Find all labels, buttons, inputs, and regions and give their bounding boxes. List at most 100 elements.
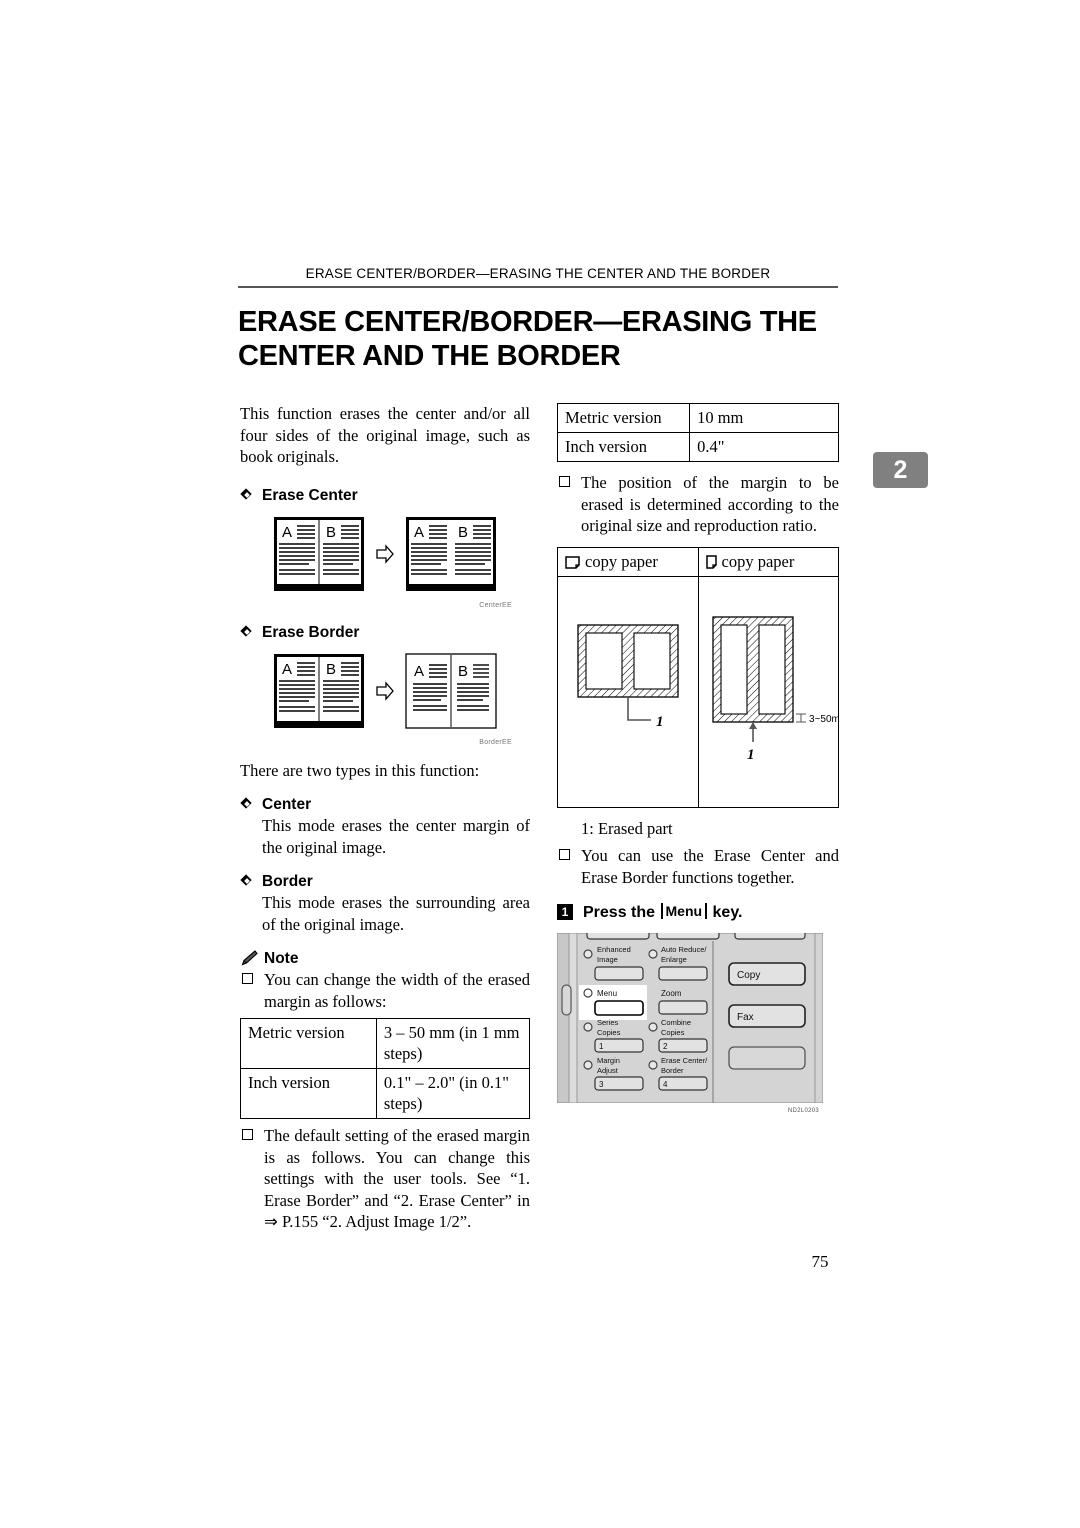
chapter-tab: 2 <box>873 452 928 488</box>
diamond-bullet-icon <box>242 490 253 501</box>
button-number: 3 <box>599 1080 604 1089</box>
paper-landscape-icon <box>565 555 580 569</box>
svg-text:A: A <box>414 663 424 680</box>
erase-border-heading: Erase Border <box>240 623 530 643</box>
center-mode-heading: Center <box>240 795 530 815</box>
border-mode-heading: Border <box>240 872 530 892</box>
running-head: ERASE CENTER/BORDER—ERASING THE CENTER A… <box>305 266 771 281</box>
svg-text:B: B <box>326 524 336 541</box>
square-bullet-icon <box>559 476 570 487</box>
copy-paper-header-portrait: copy paper <box>697 546 839 577</box>
note-item-text: The position of the margin to be erased … <box>581 473 839 535</box>
button-number: 2 <box>663 1042 668 1051</box>
button-label: Erase Center/ <box>661 1056 708 1065</box>
table-cell-label: Metric version <box>240 1018 377 1069</box>
svg-text:A: A <box>282 524 292 541</box>
copy-paper-header-label: copy paper <box>721 551 795 571</box>
book-border-result-icon: A B <box>405 652 497 729</box>
book-original-icon: A B <box>274 653 364 728</box>
table-row: Metric version 10 mm <box>556 403 839 433</box>
table-cell-label: Metric version <box>556 403 691 433</box>
menu-key-label: Menu <box>660 903 708 919</box>
square-bullet-icon <box>242 973 253 984</box>
document-page: ERASE CENTER/BORDER—ERASING THE CENTER A… <box>0 0 1080 1528</box>
erase-center-figure: A B A B <box>240 516 530 592</box>
copy-paper-diagram-table: copy paper copy paper 1 1 3~50m <box>557 546 848 808</box>
square-bullet-icon <box>242 1129 253 1140</box>
table-cell-label: Inch version <box>556 432 691 462</box>
dimension-label: 3~50mm <box>809 714 838 725</box>
border-mode-heading-label: Border <box>262 873 313 890</box>
erased-part-legend: 1: Erased part <box>581 818 673 838</box>
step-text-before: Press the <box>583 904 656 921</box>
table-cell-value: 0.1" – 2.0" (in 0.1" steps) <box>375 1068 531 1119</box>
erase-diagram-portrait: 1 3~50mm <box>711 615 848 763</box>
intro-paragraph: This function erases the center and/or a… <box>240 404 530 466</box>
table-row: Inch version 0.4" <box>556 432 839 462</box>
button-label: Auto Reduce/ <box>661 945 707 954</box>
erase-diagram-landscape: 1 <box>577 623 679 730</box>
button-label: Combine <box>661 1018 691 1027</box>
side-button-label: Fax <box>737 1012 754 1023</box>
svg-text:A: A <box>282 661 292 678</box>
note-item: You can use the Erase Center and Erase B… <box>557 845 839 888</box>
button-number: 1 <box>599 1042 604 1051</box>
diagram-cell-portrait: 1 3~50mm <box>697 575 848 808</box>
table-row: Metric version 3 – 50 mm (in 1 mm steps) <box>240 1018 531 1069</box>
width-range-table: Metric version 3 – 50 mm (in 1 mm steps)… <box>240 1018 531 1119</box>
note-item-text: You can change the width of the erased m… <box>264 970 530 1011</box>
diamond-bullet-icon <box>242 627 253 638</box>
button-label: Enlarge <box>661 955 687 964</box>
svg-text:B: B <box>458 663 468 680</box>
left-column: This function erases the center and/or a… <box>240 403 531 1233</box>
table-row: Inch version 0.1" – 2.0" (in 0.1" steps) <box>240 1068 531 1119</box>
copy-paper-header-landscape: copy paper <box>557 546 699 577</box>
button-label: Image <box>597 955 618 964</box>
button-label: Copies <box>661 1028 685 1037</box>
border-mode-text: This mode erases the surrounding area of… <box>262 893 530 934</box>
button-label: Zoom <box>661 989 682 998</box>
book-result-icon: A B <box>406 516 496 591</box>
table-row: 1 1 3~50m <box>557 575 848 808</box>
svg-text:B: B <box>326 661 336 678</box>
step-number: 1 <box>557 904 573 920</box>
arrow-right-icon <box>376 680 394 701</box>
button-label: Series <box>597 1018 619 1027</box>
table-cell-label: Inch version <box>240 1068 377 1119</box>
copy-paper-header-label: copy paper <box>585 551 658 571</box>
svg-text:B: B <box>458 524 468 541</box>
note-item-text: You can use the Erase Center and Erase B… <box>581 846 839 887</box>
button-label: Menu <box>597 989 617 998</box>
square-bullet-icon <box>559 849 570 860</box>
note-heading-label: Note <box>264 950 299 967</box>
step-1: 1 Press the Menu key. <box>557 902 839 923</box>
side-button-label: Copy <box>737 970 760 981</box>
table-cell-value: 10 mm <box>689 403 839 433</box>
figure-code: ND2L0203 <box>787 1108 819 1114</box>
svg-text:A: A <box>414 524 424 541</box>
erase-border-heading-label: Erase Border <box>262 623 360 641</box>
default-margin-table: Metric version 10 mm Inch version 0.4" <box>556 403 839 462</box>
table-cell-value: 0.4" <box>689 432 839 462</box>
book-original-icon: A B <box>274 516 364 591</box>
pencil-icon <box>241 950 258 966</box>
button-label: Margin <box>597 1056 620 1065</box>
diamond-bullet-icon <box>242 799 253 810</box>
erase-center-heading-label: Erase Center <box>262 486 358 504</box>
note-item: You can change the width of the erased m… <box>240 969 530 1012</box>
arrow-right-icon <box>376 543 394 564</box>
button-label: Copies <box>597 1028 621 1037</box>
button-label: Enhanced <box>597 945 631 954</box>
table-row: copy paper copy paper <box>557 546 839 577</box>
table-cell-value: 3 – 50 mm (in 1 mm steps) <box>375 1018 531 1069</box>
erase-center-heading: Erase Center <box>240 486 530 506</box>
control-panel-illustration: Enhanced Image Auto Reduce/ Enlarge Menu… <box>556 924 824 1104</box>
button-number: 4 <box>663 1080 668 1089</box>
step-text-after: key. <box>712 904 743 921</box>
button-label: Border <box>661 1066 684 1075</box>
page-title: ERASE CENTER/BORDER—ERASING THE CENTER A… <box>238 306 817 372</box>
note-item-text: The default setting of the erased margin… <box>264 1126 530 1231</box>
erase-center-figure-caption: CenterEE <box>479 601 512 609</box>
center-mode-heading-label: Center <box>262 796 312 813</box>
paper-portrait-icon <box>705 554 717 569</box>
